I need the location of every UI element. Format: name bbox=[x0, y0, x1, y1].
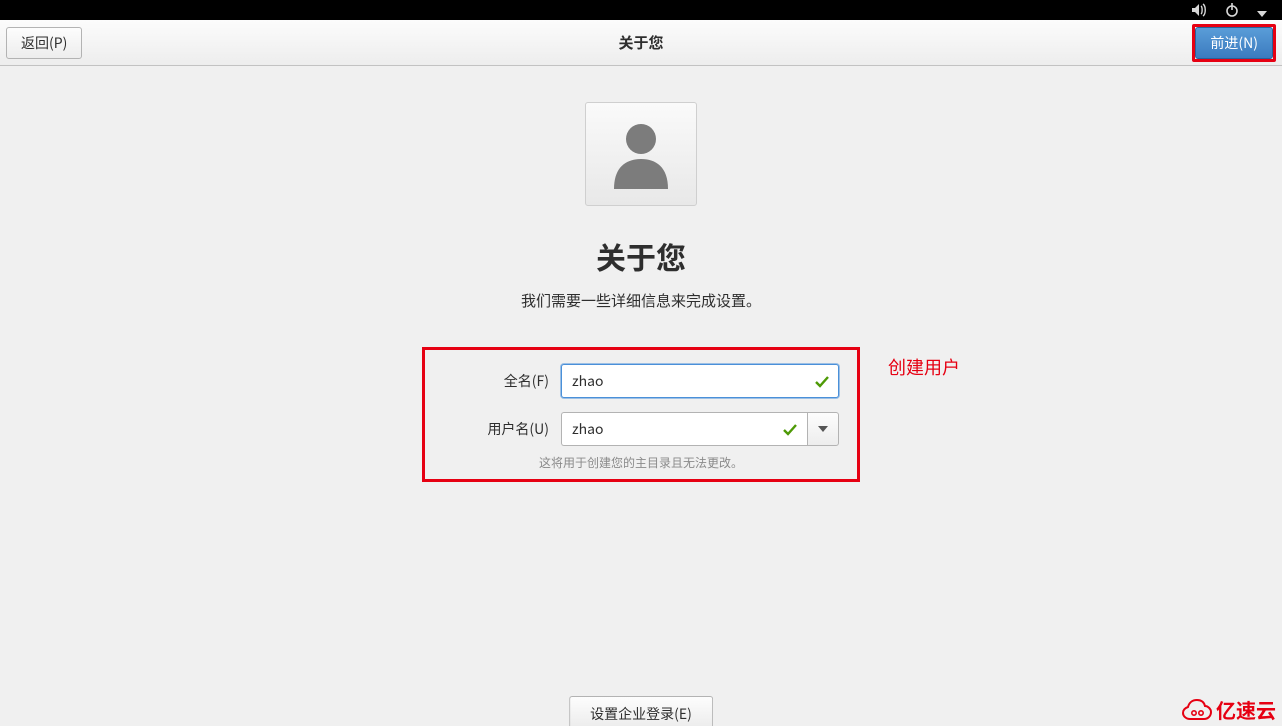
power-icon[interactable] bbox=[1225, 0, 1239, 22]
username-input[interactable] bbox=[561, 412, 807, 446]
fullname-row: 全名(F) bbox=[443, 364, 839, 398]
username-helper-text: 这将用于创建您的主目录且无法更改。 bbox=[443, 454, 839, 471]
page-subtitle: 我们需要一些详细信息来完成设置。 bbox=[521, 290, 761, 311]
fullname-input[interactable] bbox=[561, 364, 839, 398]
username-dropdown-button[interactable] bbox=[807, 412, 839, 446]
system-top-bar bbox=[0, 0, 1282, 20]
username-row: 用户名(U) bbox=[443, 412, 839, 446]
dropdown-caret-icon[interactable] bbox=[1257, 0, 1267, 22]
main-content: 关于您 我们需要一些详细信息来完成设置。 全名(F) 用户名(U) bbox=[0, 66, 1282, 482]
username-label: 用户名(U) bbox=[443, 419, 549, 439]
avatar-placeholder[interactable] bbox=[585, 102, 697, 206]
fullname-label: 全名(F) bbox=[443, 371, 549, 391]
form-highlight-box: 全名(F) 用户名(U) bbox=[422, 347, 860, 482]
enterprise-login-button[interactable]: 设置企业登录(E) bbox=[569, 696, 713, 726]
watermark: 亿速云 bbox=[1182, 695, 1276, 724]
annotation-create-user: 创建用户 bbox=[888, 354, 960, 380]
watermark-text: 亿速云 bbox=[1216, 695, 1276, 724]
forward-button-highlight: 前进(N) bbox=[1192, 24, 1276, 62]
cloud-icon bbox=[1182, 699, 1212, 721]
header-bar: 返回(P) 关于您 前进(N) bbox=[0, 20, 1282, 66]
volume-icon[interactable] bbox=[1191, 0, 1207, 22]
user-icon bbox=[610, 119, 672, 189]
page-heading: 关于您 bbox=[596, 234, 686, 278]
header-title: 关于您 bbox=[618, 32, 663, 53]
back-button[interactable]: 返回(P) bbox=[6, 27, 82, 59]
forward-button[interactable]: 前进(N) bbox=[1195, 27, 1273, 59]
chevron-down-icon bbox=[818, 426, 828, 432]
